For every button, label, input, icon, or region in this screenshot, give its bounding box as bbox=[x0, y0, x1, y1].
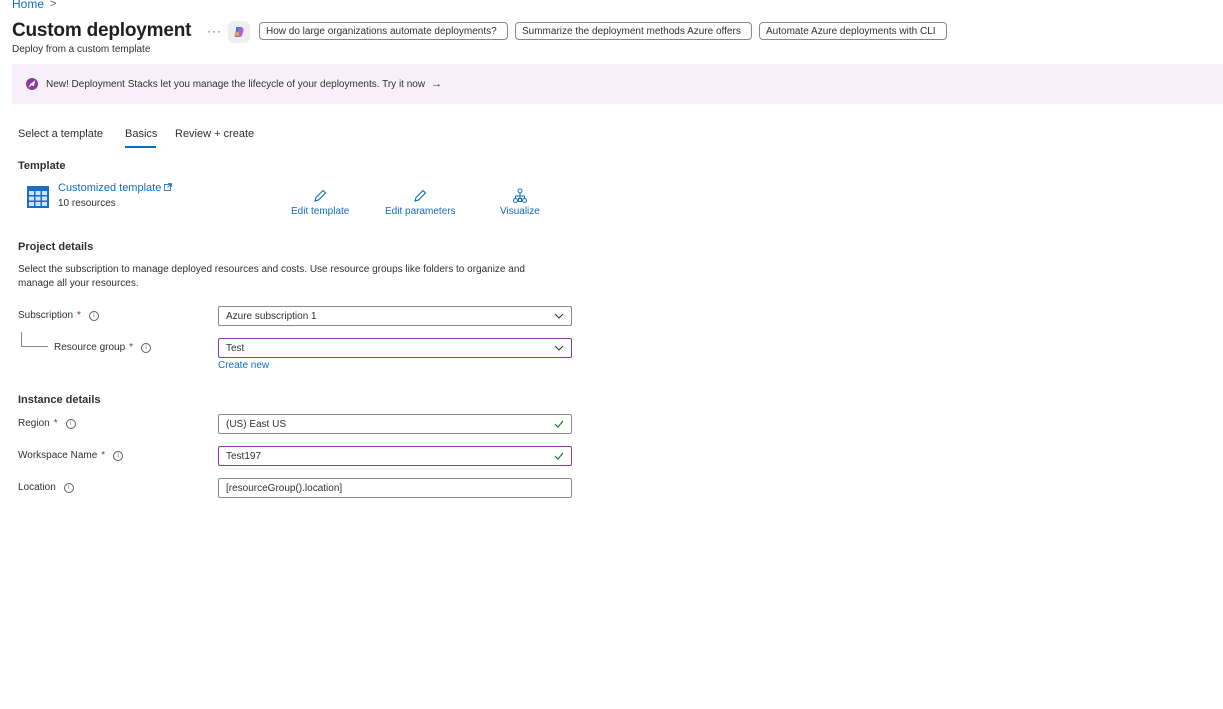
subscription-value: Azure subscription 1 bbox=[226, 310, 317, 322]
instance-details-title: Instance details bbox=[18, 394, 101, 406]
external-link-icon bbox=[164, 183, 173, 193]
template-grid-icon bbox=[27, 186, 49, 208]
customized-template-link[interactable]: Customized template bbox=[58, 182, 173, 194]
page-title: Custom deployment bbox=[12, 20, 192, 41]
subscription-label: Subscription * i bbox=[18, 310, 99, 321]
rocket-icon bbox=[26, 78, 38, 90]
checkmark-icon bbox=[553, 418, 565, 433]
subscription-label-text: Subscription bbox=[18, 310, 74, 321]
location-label: Location i bbox=[18, 482, 74, 493]
region-label: Region * i bbox=[18, 418, 76, 429]
arrow-right-icon: → bbox=[431, 78, 443, 90]
breadcrumb-separator: > bbox=[50, 0, 57, 10]
workspace-name-value: Test197 bbox=[226, 450, 262, 462]
deployment-stacks-banner[interactable]: New! Deployment Stacks let you manage th… bbox=[12, 64, 1223, 104]
region-value: (US) East US bbox=[226, 418, 287, 430]
edit-template-button[interactable]: Edit template bbox=[291, 188, 349, 217]
workspace-name-label: Workspace Name * i bbox=[18, 450, 124, 461]
visualize-label: Visualize bbox=[500, 206, 540, 217]
tree-connector bbox=[21, 332, 48, 347]
banner-text: New! Deployment Stacks let you manage th… bbox=[46, 78, 426, 90]
resource-group-label-text: Resource group bbox=[54, 342, 126, 353]
info-icon[interactable]: i bbox=[65, 418, 76, 429]
suggestion-chip[interactable]: Summarize the deployment methods Azure o… bbox=[515, 22, 752, 40]
edit-template-label: Edit template bbox=[291, 206, 350, 217]
region-select[interactable]: (US) East US bbox=[218, 414, 572, 434]
location-input[interactable]: [resourceGroup().location] bbox=[218, 478, 572, 498]
resource-group-select[interactable]: Test bbox=[218, 338, 572, 358]
more-options-button[interactable]: ··· bbox=[207, 24, 222, 38]
project-details-description: Select the subscription to manage deploy… bbox=[18, 264, 525, 289]
region-label-text: Region bbox=[18, 418, 50, 429]
workspace-name-label-text: Workspace Name bbox=[18, 450, 98, 461]
subscription-select[interactable]: Azure subscription 1 bbox=[218, 306, 572, 326]
template-section-title: Template bbox=[18, 160, 66, 172]
resource-group-label: Resource group * i bbox=[54, 342, 152, 353]
tab-select-template[interactable]: Select a template bbox=[18, 128, 103, 140]
resource-group-value: Test bbox=[226, 342, 245, 354]
tab-review-create[interactable]: Review + create bbox=[175, 128, 254, 140]
edit-parameters-label: Edit parameters bbox=[385, 206, 456, 217]
template-name: Customized template bbox=[58, 182, 162, 194]
info-icon[interactable]: i bbox=[113, 450, 124, 461]
suggestion-chip[interactable]: Automate Azure deployments with CLI bbox=[759, 22, 947, 40]
location-label-text: Location bbox=[18, 482, 56, 493]
pencil-icon bbox=[314, 189, 327, 202]
pencil-icon bbox=[414, 189, 427, 202]
hierarchy-icon bbox=[512, 188, 527, 203]
required-asterisk: * bbox=[129, 342, 134, 353]
template-resource-count: 10 resources bbox=[58, 198, 116, 209]
breadcrumb: Home > bbox=[12, 0, 56, 11]
page-subtitle: Deploy from a custom template bbox=[12, 44, 151, 55]
copilot-icon[interactable] bbox=[228, 21, 250, 43]
project-details-title: Project details bbox=[18, 241, 94, 253]
edit-parameters-button[interactable]: Edit parameters bbox=[385, 188, 456, 217]
info-icon[interactable]: i bbox=[141, 342, 152, 353]
suggestion-chip[interactable]: How do large organizations automate depl… bbox=[259, 22, 508, 40]
required-asterisk: * bbox=[77, 310, 81, 321]
required-asterisk: * bbox=[101, 450, 106, 461]
location-value: [resourceGroup().location] bbox=[226, 482, 343, 494]
info-icon[interactable]: i bbox=[63, 482, 74, 493]
required-asterisk: * bbox=[53, 418, 58, 429]
breadcrumb-home-link[interactable]: Home bbox=[12, 0, 44, 11]
workspace-name-input[interactable]: Test197 bbox=[218, 446, 572, 466]
chevron-down-icon bbox=[553, 310, 565, 325]
visualize-button[interactable]: Visualize bbox=[500, 188, 540, 217]
create-new-resource-group-link[interactable]: Create new bbox=[218, 360, 269, 371]
checkmark-icon bbox=[553, 450, 565, 465]
tab-selected-indicator bbox=[125, 146, 156, 148]
tab-basics[interactable]: Basics bbox=[125, 128, 157, 140]
info-icon[interactable]: i bbox=[88, 310, 99, 321]
chevron-down-icon bbox=[553, 342, 565, 357]
